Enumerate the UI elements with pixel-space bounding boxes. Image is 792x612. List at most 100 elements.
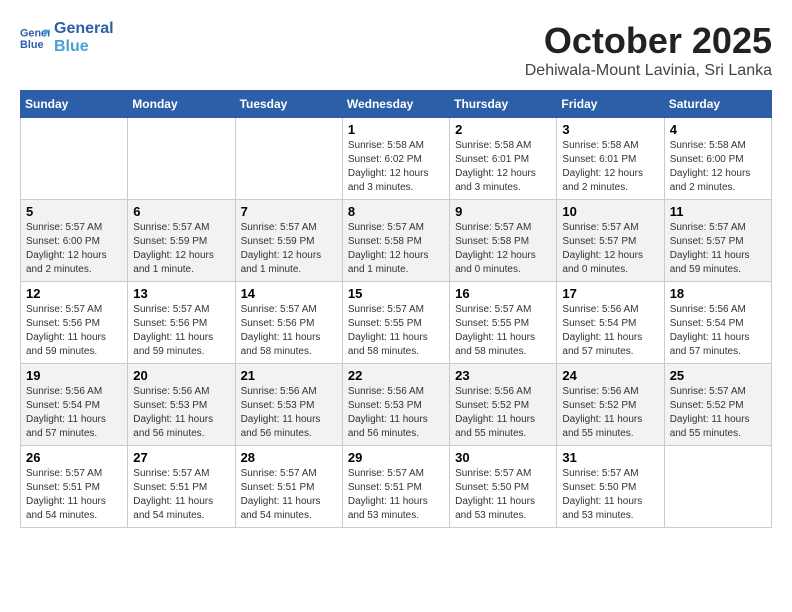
svg-text:Blue: Blue [20, 39, 43, 51]
calendar-cell: 18Sunrise: 5:56 AM Sunset: 5:54 PM Dayli… [664, 282, 771, 364]
day-number: 29 [348, 450, 444, 465]
calendar-cell [128, 118, 235, 200]
calendar-week-2: 5 Sunrise: 5:57 AM Sunset: 6:00 PM Daylig… [21, 200, 772, 282]
day-info: Sunrise: 5:56 AM Sunset: 5:52 PM Dayligh… [455, 385, 551, 441]
day-info: Sunrise: 5:56 AM Sunset: 5:54 PM Dayligh… [26, 385, 122, 441]
logo-line2: Blue [54, 38, 114, 56]
day-info: Sunrise: 5:57 AM Sunset: 5:51 PM Dayligh… [348, 467, 444, 523]
calendar-cell: 11Sunrise: 5:57 AM Sunset: 5:57 PM Dayli… [664, 200, 771, 282]
day-info: Sunrise: 5:57 AM Sunset: 5:56 PM Dayligh… [241, 303, 337, 359]
calendar-cell [664, 446, 771, 528]
day-info: Sunrise: 5:57 AM Sunset: 5:51 PM Dayligh… [241, 467, 337, 523]
day-number: 17 [562, 286, 658, 301]
calendar-cell: 4Sunrise: 5:58 AM Sunset: 6:00 PM Daylig… [664, 118, 771, 200]
calendar-cell: 26Sunrise: 5:57 AM Sunset: 5:51 PM Dayli… [21, 446, 128, 528]
calendar-cell: 10 Sunrise: 5:57 AM Sunset: 5:57 PM Dayli… [557, 200, 664, 282]
day-number: 12 [26, 286, 122, 301]
calendar-cell: 25Sunrise: 5:57 AM Sunset: 5:52 PM Dayli… [664, 364, 771, 446]
page-header: General Blue General Blue October 2025 D… [20, 20, 772, 80]
weekday-header-sunday: Sunday [21, 91, 128, 118]
calendar-week-5: 26Sunrise: 5:57 AM Sunset: 5:51 PM Dayli… [21, 446, 772, 528]
calendar-cell: 6Sunrise: 5:57 AM Sunset: 5:59 PM Daylig… [128, 200, 235, 282]
calendar-cell: 5 Sunrise: 5:57 AM Sunset: 6:00 PM Daylig… [21, 200, 128, 282]
calendar-table: SundayMondayTuesdayWednesdayThursdayFrid… [20, 90, 772, 528]
calendar-week-1: 1Sunrise: 5:58 AM Sunset: 6:02 PM Daylig… [21, 118, 772, 200]
logo-line1: General [54, 20, 114, 38]
calendar-cell: 30 Sunrise: 5:57 AM Sunset: 5:50 PM Dayli… [450, 446, 557, 528]
day-info: Sunrise: 5:57 AM Sunset: 5:50 PM Dayligh… [455, 467, 551, 523]
calendar-cell: 13 Sunrise: 5:57 AM Sunset: 5:56 PM Dayli… [128, 282, 235, 364]
day-number: 10 [562, 204, 658, 219]
day-number: 24 [562, 368, 658, 383]
day-number: 8 [348, 204, 444, 219]
day-number: 13 [133, 286, 229, 301]
day-number: 11 [670, 204, 766, 219]
calendar-cell: 15Sunrise: 5:57 AM Sunset: 5:55 PM Dayli… [342, 282, 449, 364]
day-number: 19 [26, 368, 122, 383]
day-number: 28 [241, 450, 337, 465]
calendar-cell [235, 118, 342, 200]
weekday-header-tuesday: Tuesday [235, 91, 342, 118]
calendar-cell: 19 Sunrise: 5:56 AM Sunset: 5:54 PM Dayli… [21, 364, 128, 446]
day-number: 18 [670, 286, 766, 301]
day-info: Sunrise: 5:56 AM Sunset: 5:52 PM Dayligh… [562, 385, 658, 441]
day-info: Sunrise: 5:57 AM Sunset: 5:59 PM Dayligh… [241, 221, 337, 277]
month-title: October 2025 [525, 20, 772, 62]
weekday-header-monday: Monday [128, 91, 235, 118]
calendar-cell: 29 Sunrise: 5:57 AM Sunset: 5:51 PM Dayli… [342, 446, 449, 528]
day-number: 15 [348, 286, 444, 301]
calendar-cell: 14 Sunrise: 5:57 AM Sunset: 5:56 PM Dayli… [235, 282, 342, 364]
day-number: 7 [241, 204, 337, 219]
calendar-cell [21, 118, 128, 200]
calendar-cell: 23Sunrise: 5:56 AM Sunset: 5:52 PM Dayli… [450, 364, 557, 446]
day-number: 9 [455, 204, 551, 219]
day-info: Sunrise: 5:56 AM Sunset: 5:53 PM Dayligh… [133, 385, 229, 441]
calendar-cell: 20 Sunrise: 5:56 AM Sunset: 5:53 PM Dayli… [128, 364, 235, 446]
logo-icon: General Blue [20, 23, 50, 53]
calendar-week-3: 12 Sunrise: 5:57 AM Sunset: 5:56 PM Dayli… [21, 282, 772, 364]
calendar-week-4: 19 Sunrise: 5:56 AM Sunset: 5:54 PM Dayli… [21, 364, 772, 446]
calendar-cell: 8 Sunrise: 5:57 AM Sunset: 5:58 PM Daylig… [342, 200, 449, 282]
day-info: Sunrise: 5:56 AM Sunset: 5:53 PM Dayligh… [241, 385, 337, 441]
calendar-cell: 31 Sunrise: 5:57 AM Sunset: 5:50 PM Dayli… [557, 446, 664, 528]
day-info: Sunrise: 5:57 AM Sunset: 5:55 PM Dayligh… [455, 303, 551, 359]
weekday-header-friday: Friday [557, 91, 664, 118]
calendar-cell: 24 Sunrise: 5:56 AM Sunset: 5:52 PM Dayli… [557, 364, 664, 446]
day-number: 22 [348, 368, 444, 383]
day-info: Sunrise: 5:57 AM Sunset: 5:52 PM Dayligh… [670, 385, 766, 441]
day-info: Sunrise: 5:58 AM Sunset: 6:01 PM Dayligh… [455, 139, 551, 195]
day-info: Sunrise: 5:58 AM Sunset: 6:02 PM Dayligh… [348, 139, 444, 195]
day-number: 20 [133, 368, 229, 383]
day-info: Sunrise: 5:57 AM Sunset: 6:00 PM Dayligh… [26, 221, 122, 277]
day-info: Sunrise: 5:57 AM Sunset: 5:51 PM Dayligh… [26, 467, 122, 523]
location-title: Dehiwala-Mount Lavinia, Sri Lanka [525, 62, 772, 80]
day-number: 21 [241, 368, 337, 383]
day-info: Sunrise: 5:57 AM Sunset: 5:51 PM Dayligh… [133, 467, 229, 523]
day-info: Sunrise: 5:57 AM Sunset: 5:58 PM Dayligh… [348, 221, 444, 277]
title-block: October 2025 Dehiwala-Mount Lavinia, Sri… [525, 20, 772, 80]
calendar-cell: 2 Sunrise: 5:58 AM Sunset: 6:01 PM Daylig… [450, 118, 557, 200]
day-number: 4 [670, 122, 766, 137]
calendar-cell: 9 Sunrise: 5:57 AM Sunset: 5:58 PM Daylig… [450, 200, 557, 282]
day-info: Sunrise: 5:57 AM Sunset: 5:56 PM Dayligh… [26, 303, 122, 359]
day-info: Sunrise: 5:57 AM Sunset: 5:58 PM Dayligh… [455, 221, 551, 277]
day-number: 30 [455, 450, 551, 465]
calendar-cell: 17Sunrise: 5:56 AM Sunset: 5:54 PM Dayli… [557, 282, 664, 364]
day-number: 27 [133, 450, 229, 465]
day-number: 14 [241, 286, 337, 301]
day-info: Sunrise: 5:57 AM Sunset: 5:57 PM Dayligh… [562, 221, 658, 277]
calendar-cell: 27 Sunrise: 5:57 AM Sunset: 5:51 PM Dayli… [128, 446, 235, 528]
day-number: 31 [562, 450, 658, 465]
weekday-header-saturday: Saturday [664, 91, 771, 118]
day-number: 2 [455, 122, 551, 137]
calendar-cell: 7 Sunrise: 5:57 AM Sunset: 5:59 PM Daylig… [235, 200, 342, 282]
day-info: Sunrise: 5:57 AM Sunset: 5:50 PM Dayligh… [562, 467, 658, 523]
day-info: Sunrise: 5:58 AM Sunset: 6:01 PM Dayligh… [562, 139, 658, 195]
calendar-cell: 12 Sunrise: 5:57 AM Sunset: 5:56 PM Dayli… [21, 282, 128, 364]
weekday-header-wednesday: Wednesday [342, 91, 449, 118]
calendar-cell: 28 Sunrise: 5:57 AM Sunset: 5:51 PM Dayli… [235, 446, 342, 528]
day-info: Sunrise: 5:57 AM Sunset: 5:56 PM Dayligh… [133, 303, 229, 359]
day-number: 5 [26, 204, 122, 219]
calendar-cell: 1Sunrise: 5:58 AM Sunset: 6:02 PM Daylig… [342, 118, 449, 200]
day-info: Sunrise: 5:56 AM Sunset: 5:53 PM Dayligh… [348, 385, 444, 441]
